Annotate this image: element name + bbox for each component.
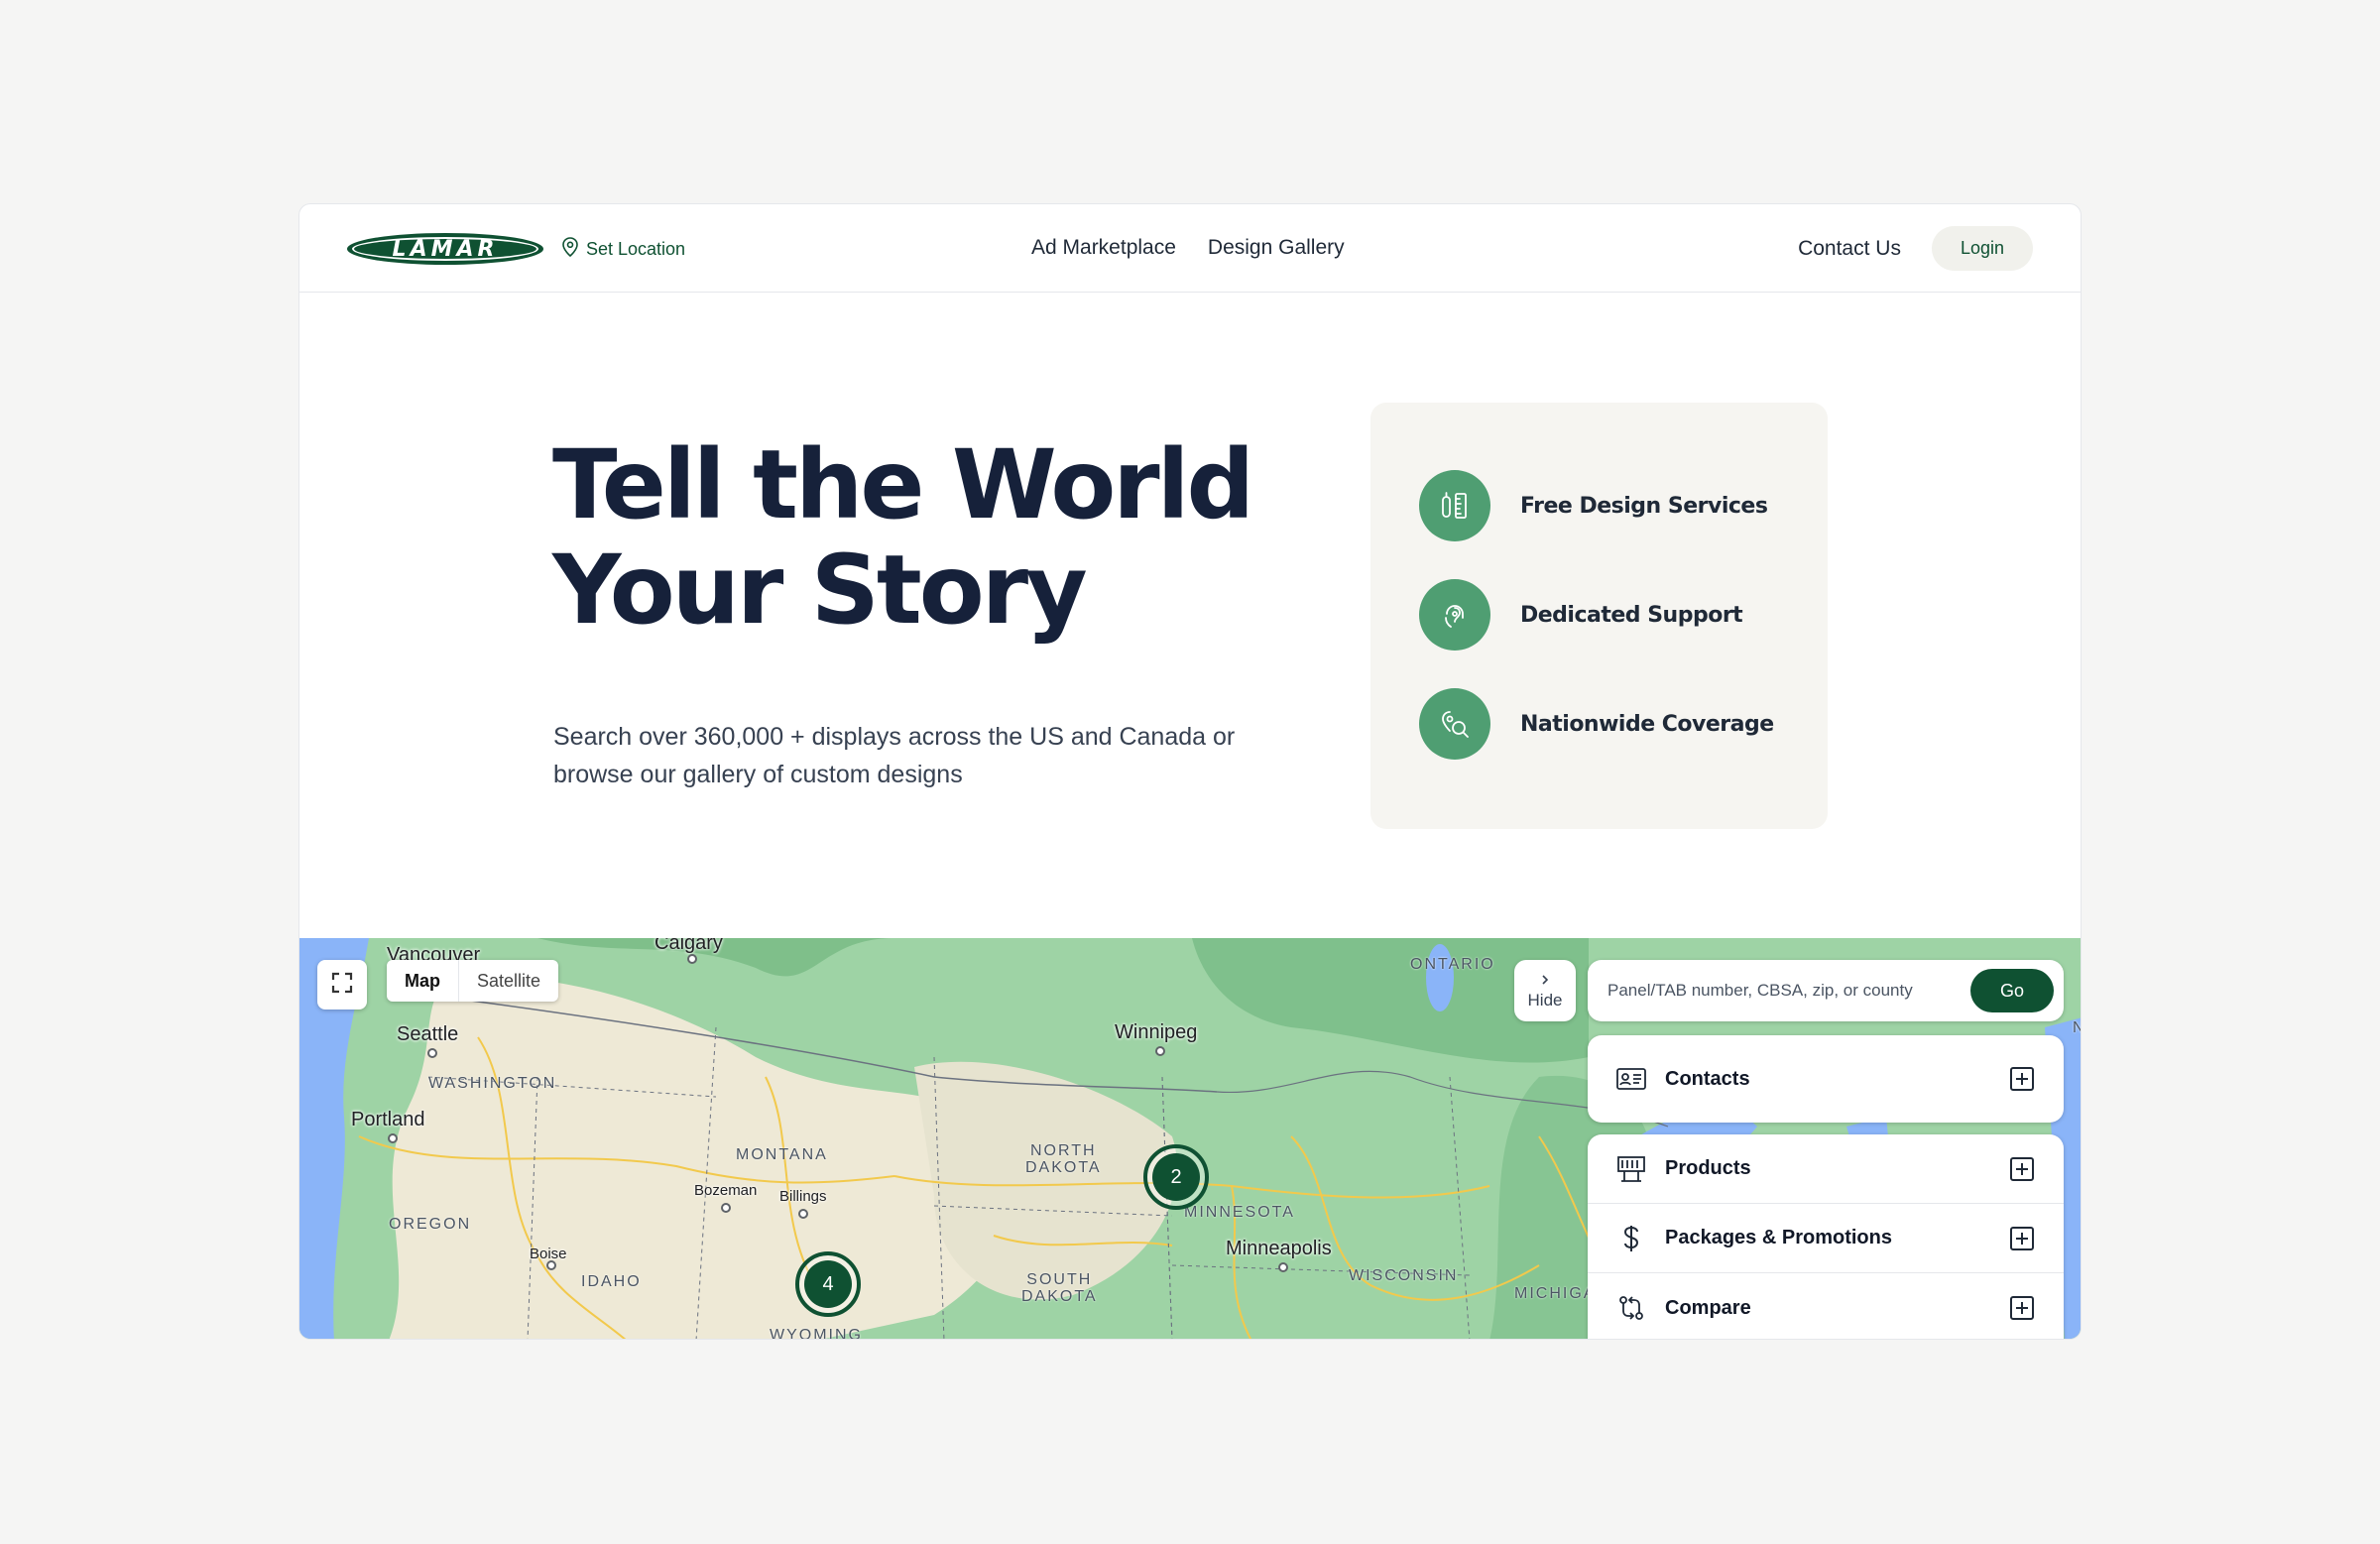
design-tools-icon	[1419, 470, 1490, 541]
feature-dedicated-support: Dedicated Support	[1370, 579, 1828, 651]
panel-row-contacts[interactable]: Contacts	[1588, 1035, 2064, 1123]
options-panel: Products Packages & Promotions Compare	[1588, 1134, 2064, 1339]
dollar-icon	[1615, 1223, 1647, 1254]
expand-plus-icon	[2010, 1296, 2034, 1320]
logo-text: LAMAR	[352, 237, 538, 262]
billboard-icon	[1615, 1153, 1647, 1185]
set-location-link[interactable]: Set Location	[562, 236, 686, 262]
panel-row-packages[interactable]: Packages & Promotions	[1588, 1204, 2064, 1273]
feature-free-design: Free Design Services	[1370, 470, 1828, 541]
login-button[interactable]: Login	[1931, 226, 2033, 271]
chevron-right-icon	[1539, 971, 1551, 991]
panel-row-compare[interactable]: Compare	[1588, 1273, 2064, 1339]
compare-icon	[1615, 1292, 1647, 1324]
contact-us-link[interactable]: Contact Us	[1798, 237, 1901, 261]
map-type-satellite[interactable]: Satellite	[458, 960, 558, 1002]
panel-row-products[interactable]: Products	[1588, 1134, 2064, 1204]
map-search-input[interactable]	[1607, 981, 1970, 1001]
headline-line-2: Your Story	[552, 534, 1088, 646]
nav-link-ad-marketplace[interactable]: Ad Marketplace	[1031, 236, 1176, 260]
nav-link-design-gallery[interactable]: Design Gallery	[1208, 236, 1345, 260]
cluster-count: 4	[804, 1260, 852, 1308]
page-frame: LAMAR Set Location Ad Marketplace Design…	[298, 203, 2082, 1340]
map-type-map[interactable]: Map	[387, 960, 458, 1002]
go-button[interactable]: Go	[1970, 969, 2054, 1012]
main-nav: Ad Marketplace Design Gallery	[1031, 236, 1345, 260]
features-card: Free Design Services Dedicated Support N…	[1370, 403, 1828, 829]
coverage-map[interactable]: Vancouver Calgary Seattle WASHINGTON Por…	[299, 938, 2081, 1339]
contacts-panel: Contacts	[1588, 1035, 2064, 1123]
expand-plus-icon	[2010, 1067, 2034, 1091]
contact-card-icon	[1615, 1063, 1647, 1095]
support-icon	[1419, 579, 1490, 651]
lamar-logo[interactable]: LAMAR	[347, 233, 543, 265]
feature-nationwide-coverage: Nationwide Coverage	[1370, 688, 1828, 760]
nav-actions: Contact Us Login	[1798, 226, 2033, 271]
map-cluster-marker[interactable]: 2	[1143, 1144, 1209, 1210]
map-cluster-marker[interactable]: 4	[795, 1251, 861, 1317]
expand-plus-icon	[2010, 1156, 2034, 1181]
top-nav: LAMAR Set Location Ad Marketplace Design…	[299, 204, 2081, 293]
fullscreen-icon	[331, 972, 353, 999]
set-location-label: Set Location	[586, 238, 686, 259]
feature-label: Dedicated Support	[1520, 602, 1743, 628]
hero-subtext: Search over 360,000 + displays across th…	[553, 723, 1236, 788]
expand-plus-icon	[2010, 1226, 2034, 1250]
location-search-icon	[1419, 688, 1490, 760]
hero-headline: Tell the World Your Story	[552, 432, 1306, 643]
panel-row-label: Contacts	[1665, 1067, 1750, 1090]
cluster-count: 2	[1152, 1153, 1200, 1201]
feature-label: Nationwide Coverage	[1520, 711, 1774, 737]
hide-panel-button[interactable]: Hide	[1514, 960, 1576, 1021]
fullscreen-button[interactable]	[317, 960, 367, 1010]
panel-row-label: Compare	[1665, 1296, 1751, 1319]
feature-label: Free Design Services	[1520, 493, 1768, 519]
hide-label: Hide	[1527, 991, 1563, 1010]
panel-row-label: Packages & Promotions	[1665, 1227, 1892, 1248]
map-search-box: Go	[1588, 960, 2064, 1021]
location-pin-icon	[562, 236, 578, 262]
headline-line-1: Tell the World	[552, 429, 1254, 540]
panel-row-label: Products	[1665, 1157, 1751, 1179]
map-type-toggle: Map Satellite	[387, 960, 559, 1002]
